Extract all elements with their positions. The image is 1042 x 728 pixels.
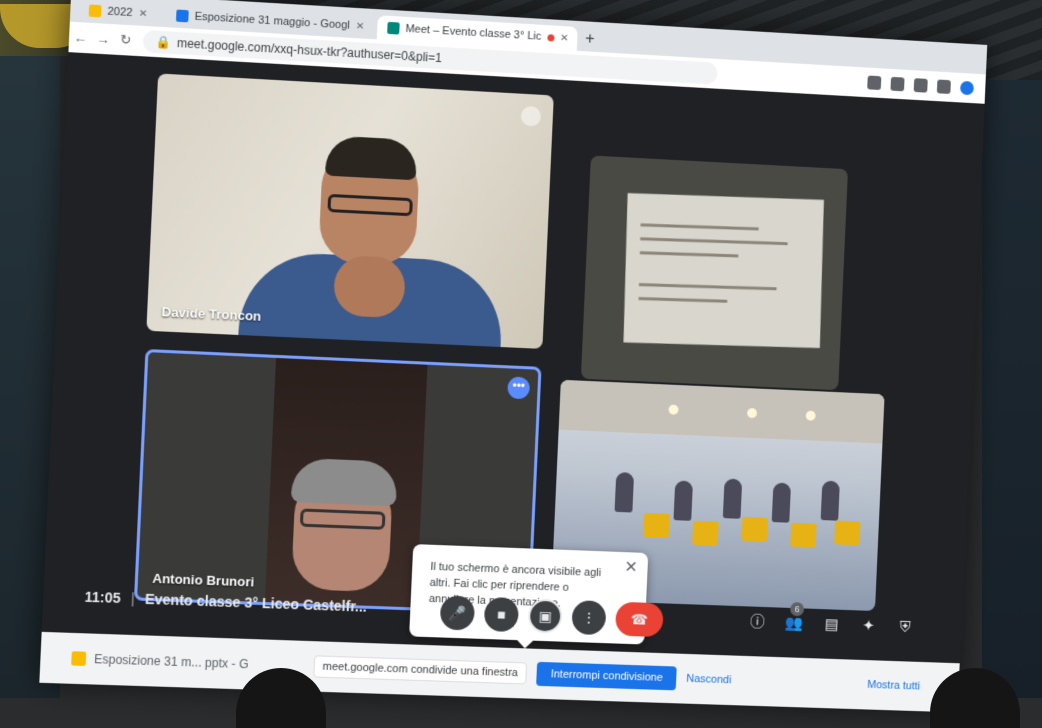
presentation-tile[interactable] (580, 155, 849, 391)
participant-tile[interactable]: Davide Troncon (146, 73, 554, 349)
taskbar-tab-label: Esposizione 31 m... pptx - G (93, 651, 249, 672)
taskbar-tab[interactable]: Esposizione 31 m... pptx - G (71, 651, 249, 671)
doc-line (638, 283, 777, 291)
host-controls-icon[interactable]: ⛨ (895, 618, 915, 638)
participant-video (332, 254, 407, 319)
meeting-info: 11:05 | Evento classe 3° Liceo Castelfr.… (84, 589, 367, 615)
bookmark-star-icon[interactable] (913, 78, 928, 93)
close-tab-icon[interactable]: ✕ (356, 20, 365, 32)
recording-dot-icon (547, 33, 555, 42)
participant-video (324, 135, 418, 181)
microphone-icon[interactable]: 🎤 (439, 595, 476, 631)
chair (834, 520, 861, 546)
tile-options-icon[interactable] (520, 105, 542, 127)
classroom-video (558, 379, 885, 444)
share-message: meet.google.com condivide una finestra (312, 655, 528, 685)
drive-icon (175, 9, 189, 23)
meet-stage: Davide Troncon ••• Antonio Brunori Il tu… (43, 52, 985, 649)
more-options-icon[interactable]: ⋮ (571, 600, 607, 636)
browser-tab-label: Esposizione 31 maggio - Googl (194, 10, 351, 32)
present-screen-icon[interactable]: ▣ (527, 598, 563, 634)
camera-icon[interactable]: ■ (483, 596, 520, 633)
meeting-time: 11:05 (84, 588, 122, 607)
extensions-icon[interactable] (936, 79, 951, 94)
projected-browser-window: 2022 ✕ Esposizione 31 maggio - Googl ✕ M… (39, 0, 988, 713)
cast-icon[interactable] (867, 75, 882, 91)
student (771, 482, 792, 523)
profile-avatar[interactable] (959, 80, 975, 96)
info-icon[interactable]: ⓘ (747, 612, 767, 633)
reload-icon[interactable]: ↻ (114, 31, 137, 49)
new-tab-button[interactable]: + (585, 27, 595, 51)
room-wall-right (982, 80, 1042, 698)
meeting-title: Evento classe 3° Liceo Castelfr... (144, 590, 368, 615)
back-icon[interactable]: ← (69, 29, 92, 46)
chair (692, 520, 719, 546)
browser-tab-label: Meet – Evento classe 3° Lic (405, 22, 542, 43)
close-tab-icon[interactable]: ✕ (139, 8, 148, 20)
people-icon[interactable]: 👥 6 (784, 602, 805, 634)
student (673, 480, 693, 521)
chair (643, 513, 670, 538)
forward-icon[interactable]: → (91, 31, 114, 48)
activities-icon[interactable]: ✦ (858, 616, 878, 636)
chat-icon[interactable]: ▤ (821, 615, 841, 635)
meet-icon (386, 21, 400, 35)
close-tab-icon[interactable]: ✕ (560, 32, 569, 43)
doc-icon (88, 4, 102, 18)
hang-up-icon[interactable]: ☎ (614, 601, 664, 638)
slides-icon (71, 651, 87, 666)
shared-document-preview (623, 193, 824, 349)
show-all-button[interactable]: Mostra tutti (867, 679, 920, 693)
stop-sharing-button[interactable]: Interrompi condivisione (536, 661, 678, 691)
student (722, 478, 743, 519)
browser-tab-label: 2022 (107, 5, 133, 20)
student (820, 480, 840, 521)
more-options-icon[interactable]: ••• (507, 376, 531, 400)
doc-line (638, 297, 728, 303)
meeting-separator: | (130, 590, 136, 607)
meeting-side-controls: ⓘ 👥 6 ▤ ✦ ⛨ (747, 602, 915, 638)
close-notice-icon[interactable]: ✕ (624, 559, 638, 576)
student (614, 472, 635, 513)
share-icon[interactable] (890, 76, 905, 92)
hide-button[interactable]: Nascondi (686, 673, 732, 686)
participant-video (299, 508, 386, 530)
chair (741, 516, 768, 542)
lock-icon: 🔒 (155, 34, 172, 50)
call-controls: 🎤 ■ ▣ ⋮ ☎ (439, 595, 664, 638)
participants-count: 6 (789, 602, 805, 617)
browser-toolbar-icons (867, 75, 985, 96)
doc-line (640, 237, 788, 246)
doc-line (640, 223, 759, 231)
chair (790, 522, 817, 548)
doc-line (639, 251, 739, 258)
